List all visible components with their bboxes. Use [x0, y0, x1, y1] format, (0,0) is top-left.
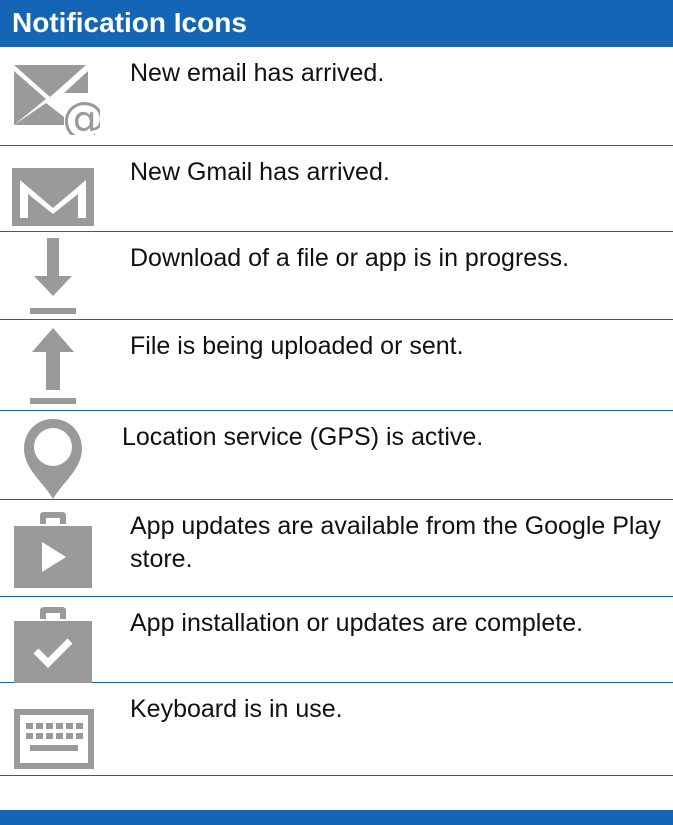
row-description: App installation or updates are complete… — [130, 609, 584, 637]
row-description: Download of a file or app is in progress… — [130, 244, 570, 272]
upload-icon — [6, 326, 100, 408]
table-row: New Gmail has arrived. — [0, 146, 673, 232]
table-row: App installation or updates are complete… — [0, 597, 673, 683]
play-store-update-icon — [6, 506, 100, 588]
keyboard-icon — [6, 689, 100, 771]
row-description: File is being uploaded or sent. — [130, 332, 464, 360]
section-header: Notification Icons — [0, 0, 673, 47]
table-row: App updates are available from the Googl… — [0, 500, 673, 597]
download-icon — [6, 238, 100, 320]
svg-text:@: @ — [62, 93, 100, 135]
row-description: New Gmail has arrived. — [130, 158, 390, 186]
location-icon — [6, 417, 100, 499]
table-row: File is being uploaded or sent. — [0, 320, 673, 411]
section-title: Notification Icons — [12, 7, 247, 38]
gmail-icon — [6, 152, 100, 234]
notification-icons-table: @ New email has arrived. New Gmail has a… — [0, 47, 673, 776]
table-row: Keyboard is in use. — [0, 683, 673, 776]
row-description: Location service (GPS) is active. — [122, 423, 484, 451]
footer-divider — [0, 810, 673, 825]
table-row: @ New email has arrived. — [0, 47, 673, 146]
row-description: New email has arrived. — [130, 59, 385, 87]
table-row: Download of a file or app is in progress… — [0, 232, 673, 320]
app-install-complete-icon — [6, 603, 100, 685]
row-description: App updates are available from the Googl… — [130, 512, 661, 573]
row-description: Keyboard is in use. — [130, 695, 343, 723]
email-icon: @ — [6, 53, 100, 135]
table-row: Location service (GPS) is active. — [0, 411, 673, 500]
